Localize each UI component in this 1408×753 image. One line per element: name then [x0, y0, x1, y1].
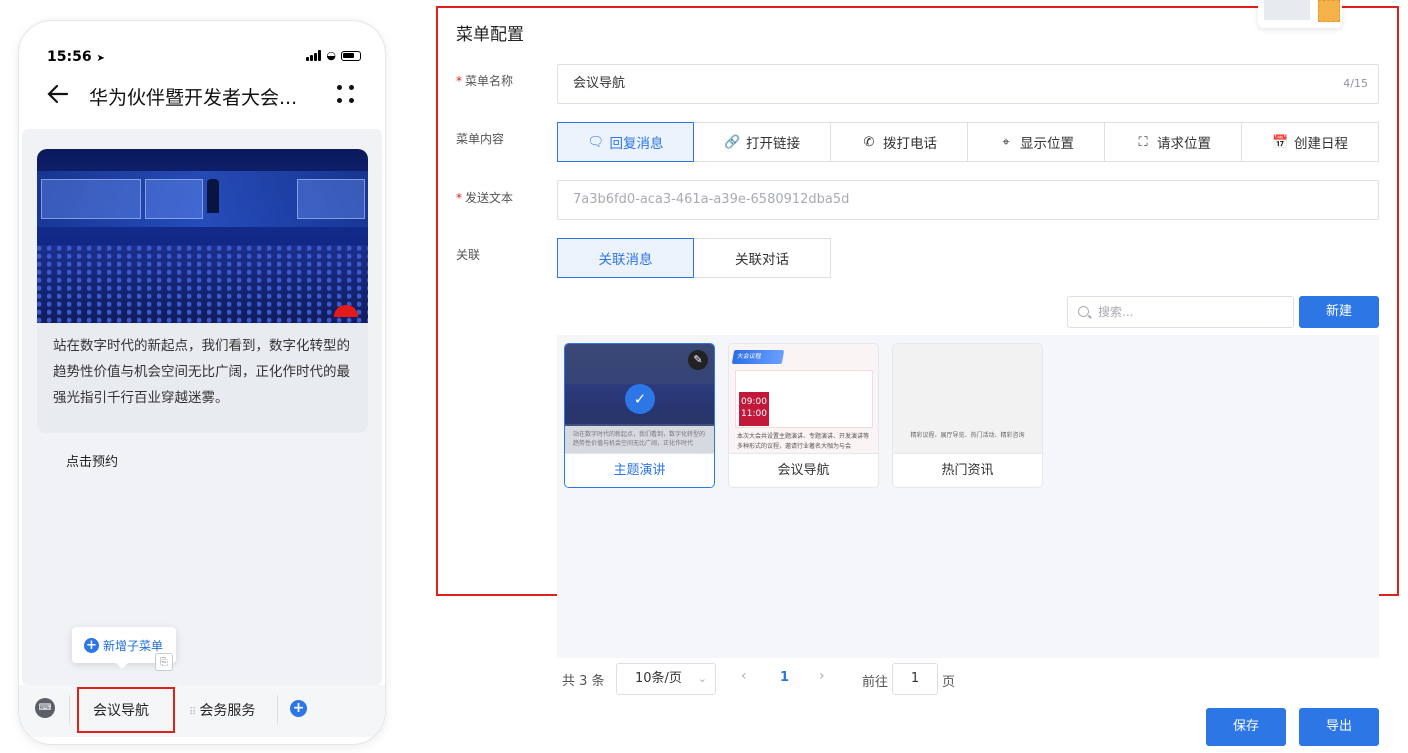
menu-name-label: * 菜单名称 — [456, 74, 514, 88]
card-thumbnail: 大会议程 09:00 11:00 本次大会共设置主题演讲、专题演讲、开发演讲等多种… — [729, 344, 878, 454]
card-thumbnail: 精彩议程、展厅导览、热门活动、精彩咨询 — [893, 344, 1042, 454]
chevron-down-icon: ⌄ — [697, 672, 707, 685]
phone-icon: ✆ — [863, 134, 875, 150]
bottom-menu-bar: ⌨ 会议导航 ⠿ 会务服务 + — [19, 685, 385, 737]
export-button[interactable]: 导出 — [1299, 708, 1379, 746]
booking-button[interactable]: 点击预约 — [66, 451, 118, 470]
link-icon: 🔗 — [724, 134, 741, 150]
scan-location-icon: ⛶ — [1138, 134, 1148, 150]
menu-content-label: 菜单内容 — [456, 132, 505, 146]
add-menu-icon[interactable]: + — [290, 700, 307, 717]
location-arrow-icon: ➤ — [96, 53, 105, 64]
goto-page-input[interactable]: 1 — [892, 663, 938, 695]
keyboard-toggle-icon[interactable]: ⌨ — [35, 698, 55, 718]
total-count: 共 3 条 — [562, 674, 605, 689]
menu-item-conference-service[interactable]: ⠿ 会务服务 — [189, 700, 255, 720]
save-button[interactable]: 保存 — [1206, 708, 1286, 746]
char-counter: 4/15 — [1343, 77, 1368, 90]
card-thumbnail: 站在数字时代的新起点，我们看到，数字化转型的趋势性价值与机会空间无比广阔，正化作… — [565, 344, 714, 454]
goto-label: 前往 — [862, 675, 889, 690]
chat-area: 站在数字时代的新起点，我们看到，数字化转型的趋势性价值与机会空间无比广阔，正化作… — [22, 129, 382, 685]
wifi-icon: ◒ — [326, 49, 336, 62]
new-button[interactable]: 新建 — [1299, 296, 1379, 328]
message-gallery: 站在数字时代的新起点，我们看到，数字化转型的趋势性价值与机会空间无比广阔，正化作… — [557, 335, 1379, 658]
next-page-icon[interactable]: › — [819, 668, 825, 684]
message-card[interactable]: 站在数字时代的新起点，我们看到，数字化转型的趋势性价值与机会空间无比广阔，正化作… — [37, 149, 368, 433]
menu-item-meeting-nav[interactable]: 会议导航 — [93, 700, 149, 720]
battery-icon — [341, 50, 361, 61]
option-request-location[interactable]: ⛶ 请求位置 — [1104, 122, 1242, 162]
card-label: 热门资讯 — [893, 453, 1042, 487]
panel-title: 菜单配置 — [456, 25, 524, 45]
search-icon — [1078, 306, 1089, 317]
card-label: 主题演讲 — [565, 453, 714, 487]
edit-icon[interactable]: ✎ — [688, 350, 708, 370]
option-link-message[interactable]: 关联消息 — [557, 238, 694, 278]
send-text-label: * 发送文本 — [456, 191, 514, 205]
selected-check-icon: ✓ — [625, 384, 655, 414]
card-keynote[interactable]: 站在数字时代的新起点，我们看到，数字化转型的趋势性价值与机会空间无比广阔，正化作… — [564, 343, 715, 488]
menu-name-input[interactable]: 会议导航 4/15 — [557, 64, 1379, 104]
back-arrow-icon[interactable] — [45, 81, 71, 107]
status-time: 15:56 ➤ — [47, 49, 105, 65]
location-icon: ⌖ — [1002, 134, 1010, 150]
card-meeting-nav[interactable]: 大会议程 09:00 11:00 本次大会共设置主题演讲、专题演讲、开发演讲等多种… — [728, 343, 879, 488]
option-reply-message[interactable]: 🗨 回复消息 — [557, 122, 694, 162]
prev-page-icon[interactable]: ‹ — [741, 668, 747, 684]
signal-icon — [306, 50, 322, 61]
phone-preview: 15:56 ➤ ◒ 华为伙伴暨开发者大会... 站在数字时代的新起点，我们看到，… — [18, 20, 386, 745]
status-bar: 15:56 ➤ ◒ — [19, 21, 385, 71]
more-options-icon[interactable] — [337, 85, 357, 105]
chat-title-bar: 华为伙伴暨开发者大会... — [19, 77, 385, 121]
chat-title: 华为伙伴暨开发者大会... — [89, 87, 298, 109]
option-show-location[interactable]: ⌖ 显示位置 — [967, 122, 1105, 162]
option-open-link[interactable]: 🔗 打开链接 — [693, 122, 831, 162]
menu-content-selector: 🗨 回复消息 🔗 打开链接 ✆ 拨打电话 ⌖ 显示位置 ⛶ 请求位置 📅 创建日程 — [557, 122, 1379, 162]
card-hot-news[interactable]: 精彩议程、展厅导览、热门活动、精彩咨询 热门资讯 — [892, 343, 1043, 488]
card-label: 会议导航 — [729, 453, 878, 487]
copy-icon[interactable]: ⎘ — [155, 653, 173, 671]
link-label: 关联 — [456, 248, 481, 262]
page-suffix: 页 — [942, 675, 956, 690]
calendar-icon: 📅 — [1272, 134, 1289, 150]
option-create-schedule[interactable]: 📅 创建日程 — [1241, 122, 1379, 162]
corner-preview-thumbnail — [1258, 0, 1342, 28]
search-input[interactable]: 搜索... — [1067, 296, 1294, 328]
current-page[interactable]: 1 — [780, 670, 789, 685]
message-text: 站在数字时代的新起点，我们看到，数字化转型的趋势性价值与机会空间无比广阔，正化作… — [53, 338, 350, 406]
keynote-image — [37, 149, 368, 323]
drag-handle-icon[interactable]: ⠿ — [189, 707, 196, 718]
option-call-phone[interactable]: ✆ 拨打电话 — [830, 122, 968, 162]
huawei-logo-icon — [334, 301, 358, 317]
option-link-dialog[interactable]: 关联对话 — [693, 238, 831, 278]
page-size-select[interactable]: 10条/页 ⌄ — [616, 663, 716, 695]
plus-circle-icon: + — [84, 637, 99, 653]
send-text-input[interactable]: 7a3b6fd0-aca3-461a-a39e-6580912dba5d — [557, 180, 1379, 220]
message-icon: 🗨 — [587, 134, 605, 150]
link-type-selector: 关联消息 关联对话 — [557, 238, 831, 278]
